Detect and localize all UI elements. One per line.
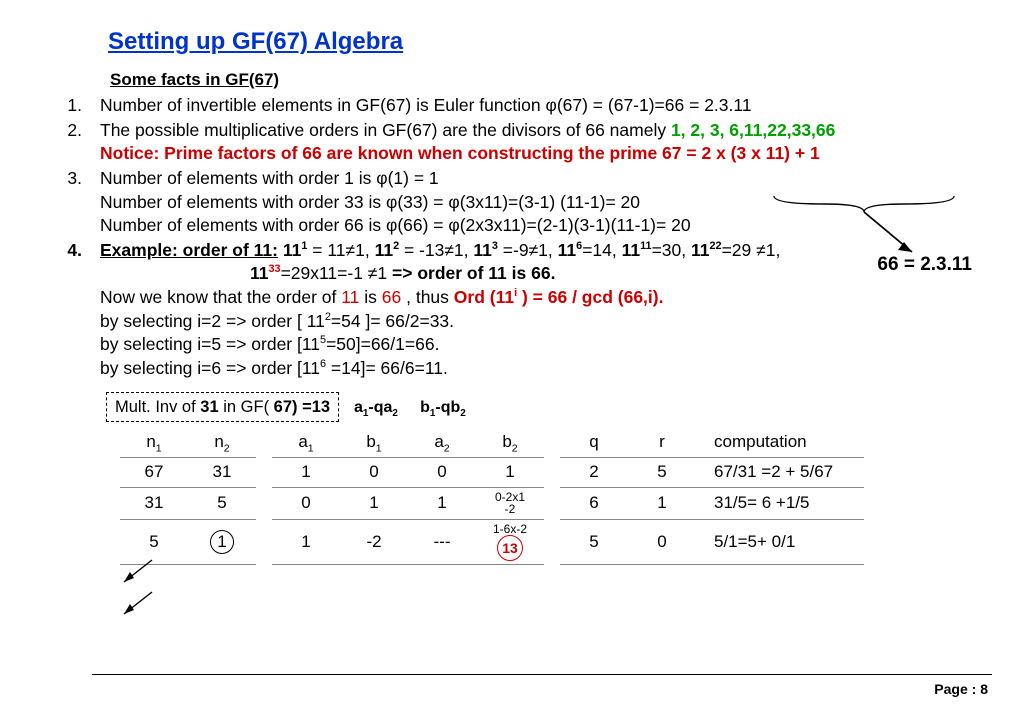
pt3c-formula: φ(66) = φ(2x3x11)=(2-1)(3-1)(11-1)= 20 — [386, 215, 691, 235]
ex-is: is — [359, 287, 381, 307]
ex-i2-a: by selecting i=2 => order [ 11 — [100, 311, 325, 331]
point-1: 1. Number of invertible elements in GF(6… — [48, 94, 976, 118]
pt3b-text: Number of elements with order 33 is — [100, 192, 386, 212]
page-title: Setting up GF(67) Algebra — [48, 28, 976, 56]
pt1-text: Number of invertible elements in GF(67) … — [100, 95, 545, 115]
ex-i6-a: by selecting i=6 => order [11 — [100, 358, 320, 378]
ex-i5-b: =50]=66/1=66. — [326, 334, 439, 354]
euclid-table: n1 n2 a1 b1 a2 b2 q r computation 6731 1… — [120, 428, 864, 566]
point-3: 3. Number of elements with order 1 is φ(… — [48, 167, 976, 238]
ex-i5-a: by selecting i=5 => order [11 — [100, 334, 320, 354]
table-row: 6731 1001 2567/31 =2 + 5/67 — [120, 457, 864, 487]
pt3a-formula: φ(1) = 1 — [376, 168, 438, 188]
point-4: 4. Example: order of 11: 111 = 11≠1, 112… — [48, 239, 976, 381]
table-header: n1 n2 a1 b1 a2 b2 q r computation — [120, 428, 864, 457]
ex-ord-a: Ord (11 — [454, 287, 514, 307]
pt3a-text: Number of elements with order 1 is — [100, 168, 376, 188]
ex-thus: , thus — [401, 287, 454, 307]
ex-sixtysix: 66 — [382, 287, 401, 307]
ex-eleven: 11 — [341, 287, 359, 307]
pt3c-text: Number of elements with order 66 is — [100, 215, 386, 235]
facts-subhead: Some facts in GF(67) — [110, 70, 976, 90]
pt2-divisors: 1, 2, 3, 6,11,22,33,66 — [671, 120, 835, 140]
pt2-text: The possible multiplicative orders in GF… — [100, 120, 671, 140]
table-row: 51 1-2--- 1-6x-213 505/1=5+ 0/1 — [120, 519, 864, 565]
col-hints: a1-qa2 b1-qb2 — [354, 397, 466, 419]
circled-one: 1 — [210, 530, 234, 554]
pt1-formula: φ(67) = (67-1)=66 = 2.3.11 — [545, 95, 751, 115]
pt3b-formula: φ(33) = φ(3x11)=(3-1) (11-1)= 20 — [386, 192, 640, 212]
ex-i6-b: =14]= 66/6=11. — [326, 358, 448, 378]
point-2: 2. The possible multiplicative orders in… — [48, 119, 976, 166]
mult-inv-box: Mult. Inv of 31 in GF( 67) =13 — [106, 392, 339, 422]
ex-i2-b: =54 ]= 66/2=33. — [331, 311, 454, 331]
table-row: 315 011 0-2x1-2 6131/5= 6 +1/5 — [120, 487, 864, 519]
circled-thirteen: 13 — [497, 535, 523, 561]
ex-ord-b: ) = 66 / gcd (66,i). — [517, 287, 663, 307]
annotation-66: 66 = 2.3.11 — [877, 254, 972, 276]
pt2-notice: Notice: Prime factors of 66 are known wh… — [100, 143, 820, 163]
ex-now: Now we know that the order of — [100, 287, 341, 307]
page-footer: Page : 8 — [934, 681, 988, 697]
example-lead: Example: order of 11: — [100, 240, 278, 260]
